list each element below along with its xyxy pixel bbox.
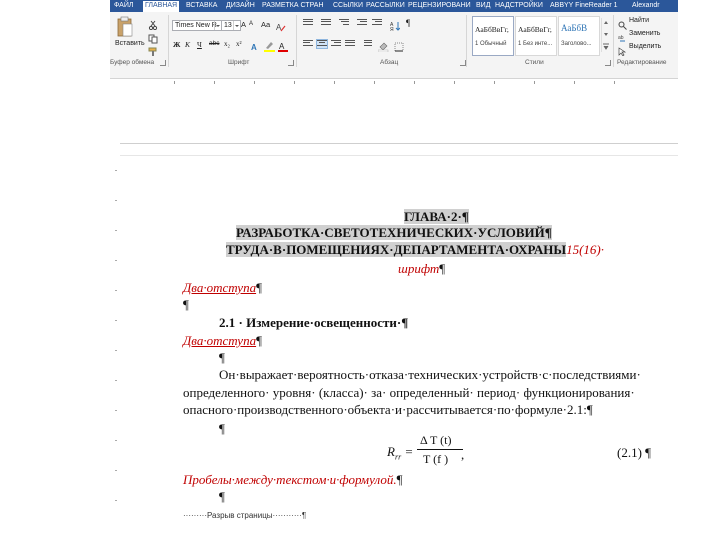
clear-formatting-icon[interactable]: A	[276, 19, 286, 32]
fraction-bar	[417, 449, 463, 450]
style-heading[interactable]: АаБбВ Заголово...	[558, 16, 600, 56]
tab-home[interactable]: ГЛАВНАЯ	[143, 1, 180, 12]
page-top-edge	[120, 155, 678, 156]
tab-review[interactable]: РЕЦЕНЗИРОВАНИ	[408, 1, 471, 11]
styles-group-label: Стили	[525, 59, 544, 66]
tab-references[interactable]: ССЫЛКИ	[333, 1, 363, 11]
formula-comma: ,	[461, 447, 465, 462]
line-spacing-icon[interactable]	[362, 40, 372, 48]
increase-indent-icon[interactable]	[372, 19, 382, 27]
font-group-label: Шрифт	[228, 59, 250, 66]
text-effects-icon[interactable]: A	[250, 39, 260, 57]
font-note-line[interactable]: шрифт¶	[398, 261, 445, 276]
align-right-icon[interactable]	[331, 40, 341, 48]
align-center-icon[interactable]	[316, 39, 328, 49]
svg-text:A: A	[251, 43, 257, 52]
spacing-note-2[interactable]: Два·отступа¶	[183, 333, 262, 348]
font-launcher[interactable]	[288, 60, 294, 66]
font-size-note: 15(16)·	[566, 242, 605, 257]
chapter-heading[interactable]: ГЛАВА·2·¶	[404, 209, 469, 224]
formula-lhs[interactable]: Rrr =	[387, 444, 413, 465]
font-size-combo[interactable]: 13	[221, 20, 241, 31]
spacing-note-1[interactable]: Два·отступа¶	[183, 280, 262, 295]
account-name[interactable]: Alexandr	[632, 1, 660, 11]
subscript-button[interactable]: x₂	[224, 40, 230, 48]
shading-icon[interactable]	[377, 39, 389, 57]
styles-launcher[interactable]	[605, 60, 611, 66]
superscript-button[interactable]: x²	[236, 40, 242, 48]
strikethrough-button[interactable]: abc	[209, 40, 219, 47]
empty-paragraph[interactable]: ¶	[219, 489, 225, 504]
svg-text:ab: ab	[618, 35, 624, 41]
tab-insert[interactable]: ВСТАВКА	[186, 1, 217, 11]
svg-text:Я: Я	[390, 27, 394, 31]
formula-denominator[interactable]: T (f )	[423, 452, 448, 467]
horizontal-ruler[interactable]	[110, 79, 678, 85]
shrink-font-button[interactable]: A	[249, 21, 253, 27]
align-left-icon[interactable]	[303, 40, 313, 48]
decrease-indent-icon[interactable]	[357, 19, 367, 27]
replace-button[interactable]: Заменить	[629, 30, 660, 37]
empty-paragraph[interactable]: ¶	[219, 350, 225, 365]
font-color-icon[interactable]: A	[278, 39, 289, 57]
style-no-spacing[interactable]: АаБбВвГг, 1 Без инте...	[515, 16, 557, 56]
show-marks-button[interactable]: ¶	[406, 18, 410, 28]
underline-button[interactable]: Ч	[197, 40, 202, 49]
chapter-title-line-2[interactable]: ТРУДА·В·ПОМЕЩЕНИЯХ·ДЕПАРТАМЕНТА·ОХРАНЫ15…	[226, 242, 604, 257]
tab-view[interactable]: ВИД	[476, 1, 490, 11]
numbering-icon[interactable]	[321, 19, 331, 27]
tab-abbyy[interactable]: ABBYY FineReader 1	[550, 1, 618, 11]
ribbon-tab-bar: ФАЙЛ ГЛАВНАЯ ВСТАВКА ДИЗАЙН РАЗМЕТКА СТР…	[110, 0, 678, 12]
tab-addins[interactable]: НАДСТРОЙКИ	[495, 1, 543, 11]
editing-group-label: Редактирование	[617, 59, 667, 66]
sort-icon[interactable]: AЯ	[390, 18, 401, 33]
paragraph-group-label: Абзац	[380, 59, 399, 66]
italic-button[interactable]: К	[185, 40, 190, 49]
find-button[interactable]: Найти	[629, 17, 649, 24]
clipboard-launcher[interactable]	[160, 60, 166, 66]
paste-icon[interactable]	[116, 16, 134, 38]
vertical-ruler[interactable]	[114, 160, 118, 535]
svg-text:A: A	[279, 42, 285, 51]
formula-numerator[interactable]: Δ T (t)	[420, 433, 452, 448]
bold-button[interactable]: Ж	[173, 40, 180, 49]
select-button[interactable]: Выделить	[629, 43, 661, 50]
ribbon: Вставить Буфер обмена Times New R 13 A A…	[110, 12, 678, 79]
formula-spacing-note[interactable]: Пробелы·между·текстом·и·формулой.¶	[183, 472, 402, 487]
tab-layout[interactable]: РАЗМЕТКА СТРАН	[262, 1, 324, 11]
multilevel-list-icon[interactable]	[339, 19, 349, 27]
page-break-marker[interactable]: ·········Разрыв страницы···········¶	[183, 508, 306, 523]
grow-font-button[interactable]: A	[241, 20, 246, 29]
change-case-button[interactable]: Aa	[261, 20, 270, 29]
borders-icon[interactable]	[394, 39, 404, 57]
page-divider	[120, 143, 678, 144]
tab-file[interactable]: ФАЙЛ	[114, 1, 133, 11]
empty-paragraph[interactable]: ¶	[183, 297, 189, 312]
styles-scroll-icon[interactable]	[601, 18, 610, 52]
bullets-icon[interactable]	[303, 19, 313, 27]
empty-paragraph[interactable]: ¶	[219, 421, 225, 436]
section-heading[interactable]: 2.1 · Измерение·освещенности·¶	[219, 315, 408, 330]
style-normal[interactable]: АаБбВвГг, 1 Обычный	[472, 16, 514, 56]
tab-mailings[interactable]: РАССЫЛКИ	[366, 1, 405, 11]
chapter-title-line-1[interactable]: РАЗРАБОТКА·СВЕТОТЕХНИЧЕСКИХ·УСЛОВИЙ¶	[236, 225, 552, 240]
body-line[interactable]: Он·выражает·вероятность·отказа·техническ…	[219, 367, 641, 382]
highlight-color-icon[interactable]	[264, 39, 276, 57]
paste-button-label[interactable]: Вставить	[115, 40, 145, 47]
justify-icon[interactable]	[345, 40, 355, 48]
tab-design[interactable]: ДИЗАЙН	[226, 1, 255, 11]
font-name-combo[interactable]: Times New R	[172, 20, 222, 31]
body-line[interactable]: опасного·производственного·объекта·и·рас…	[183, 402, 593, 417]
formula-number[interactable]: (2.1) ¶	[617, 445, 651, 460]
clipboard-group-label: Буфер обмена	[110, 59, 155, 66]
body-line[interactable]: определенного· уровня· (класса)· за· опр…	[183, 385, 635, 400]
